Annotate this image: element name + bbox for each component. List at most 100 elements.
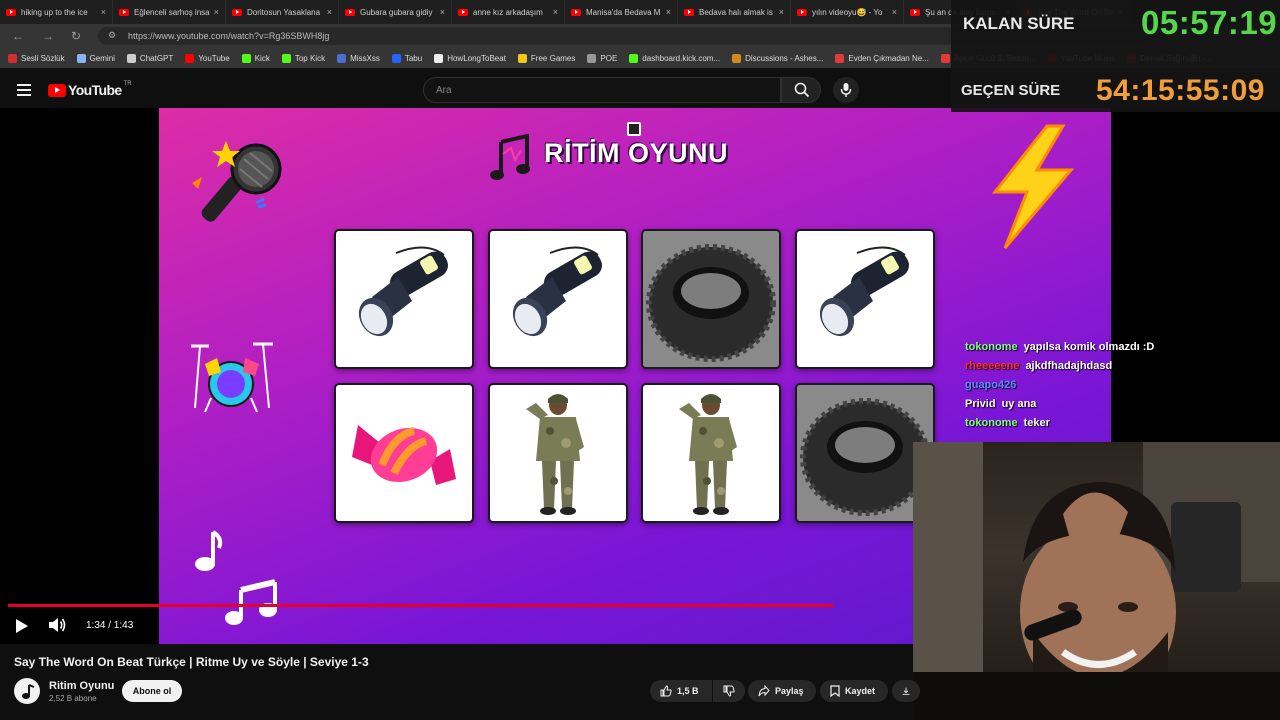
subscriber-count: 2,52 B abone xyxy=(49,694,97,703)
share-button[interactable]: Paylaş xyxy=(748,680,816,702)
browser-tab[interactable]: anne kız arkadaşım × xyxy=(452,0,565,24)
chat-message: Privid uy ana xyxy=(965,398,1185,417)
like-button[interactable]: 1,5 B xyxy=(650,680,712,702)
timer-overlay: KALAN SÜRE 05:57:19 GEÇEN SÜRE 54:15:55:… xyxy=(951,0,1280,112)
webcam-person-image xyxy=(913,442,1280,720)
youtube-logo[interactable]: YouTube TR xyxy=(48,81,132,98)
close-tab-icon[interactable]: × xyxy=(553,7,558,17)
tab-title: hiking up to the ice xyxy=(21,7,88,17)
bookmark-item[interactable]: MissXss xyxy=(337,53,380,63)
thumbs-down-icon xyxy=(723,685,735,697)
bookmark-label: Gemini xyxy=(89,53,115,63)
country-code: TR xyxy=(123,81,132,87)
volume-icon[interactable] xyxy=(48,617,66,633)
tab-title: anne kız arkadaşım xyxy=(473,7,543,17)
share-icon xyxy=(758,685,770,697)
share-label: Paylaş xyxy=(775,686,804,696)
lightning-bolt-icon xyxy=(991,124,1075,249)
youtube-favicon-icon xyxy=(797,8,807,16)
back-icon[interactable]: ← xyxy=(12,29,24,43)
youtube-favicon-icon xyxy=(571,8,581,16)
card-tire xyxy=(641,229,781,369)
browser-tab[interactable]: Gubara gubara gidiy × xyxy=(339,0,452,24)
bookmark-favicon-icon xyxy=(732,53,742,63)
bookmark-item[interactable]: ChatGPT xyxy=(126,53,173,63)
close-tab-icon[interactable]: × xyxy=(214,7,219,17)
bookmark-label: Sesli Sözlük xyxy=(21,53,65,63)
thumbs-up-icon xyxy=(660,685,672,697)
close-tab-icon[interactable]: × xyxy=(666,7,671,17)
dislike-button[interactable] xyxy=(713,680,745,702)
subscribe-button[interactable]: Abone ol xyxy=(122,680,182,702)
channel-name[interactable]: Ritim Oyunu xyxy=(49,680,114,692)
search-input[interactable]: Ara xyxy=(423,77,781,103)
tab-title: Eğlenceli sarhoş insa xyxy=(134,7,210,17)
card-candy xyxy=(334,383,474,523)
bookmark-favicon-icon xyxy=(629,53,639,63)
voice-search-button[interactable] xyxy=(833,77,859,103)
expand-icon[interactable] xyxy=(627,122,641,136)
bookmark-item[interactable]: Gemini xyxy=(76,53,115,63)
bookmark-favicon-icon xyxy=(281,53,291,63)
bookmark-favicon-icon xyxy=(337,53,347,63)
bookmark-item[interactable]: Evden Çıkmadan Ne... xyxy=(835,53,929,63)
chat-username: tokonome xyxy=(965,417,1018,429)
youtube-favicon-icon xyxy=(910,8,920,16)
bookmark-item[interactable]: dashboard.kick.com... xyxy=(629,53,721,63)
bookmark-item[interactable]: Tabu xyxy=(391,53,423,63)
reload-icon[interactable]: ↻ xyxy=(71,29,81,43)
chat-message: tokonome yapılsa komik olmazdı :D xyxy=(965,341,1185,360)
browser-tab[interactable]: Manisa'da Bedava M × xyxy=(565,0,678,24)
soldier-image xyxy=(526,394,584,515)
tire-image xyxy=(643,231,779,367)
bookmark-item[interactable]: YouTube xyxy=(185,53,230,63)
bookmark-label: Tabu xyxy=(404,53,423,63)
channel-avatar[interactable] xyxy=(14,678,40,704)
forward-icon[interactable]: → xyxy=(42,29,54,43)
elapsed-time-value: 54:15:55:09 xyxy=(1096,74,1265,107)
drum-kit-icon xyxy=(191,342,273,413)
progress-bar[interactable] xyxy=(8,604,834,607)
tab-title: Doritosun Yasaklana xyxy=(247,7,321,17)
bookmark-favicon-icon xyxy=(76,53,86,63)
bookmark-label: dashboard.kick.com... xyxy=(642,53,721,63)
bookmark-label: Top Kick xyxy=(294,53,326,63)
video-title: Say The Word On Beat Türkçe | Ritme Uy v… xyxy=(14,655,369,669)
card-flashlight xyxy=(334,229,474,369)
save-button[interactable]: Kaydet xyxy=(820,680,888,702)
bookmark-item[interactable]: POE xyxy=(587,53,617,63)
close-tab-icon[interactable]: × xyxy=(327,7,332,17)
soldier-image xyxy=(679,394,737,515)
bookmark-label: Kick xyxy=(254,53,270,63)
chat-message: rheeeeene ajkdfhadajhdasd xyxy=(965,360,1185,379)
flashlight-image xyxy=(512,246,602,337)
close-tab-icon[interactable]: × xyxy=(892,7,897,17)
tab-title: Bedava halı almak is xyxy=(699,7,773,17)
youtube-favicon-icon xyxy=(6,8,16,16)
bookmark-item[interactable]: Top Kick xyxy=(281,53,326,63)
bookmark-item[interactable]: Kick xyxy=(241,53,270,63)
browser-tab[interactable]: hiking up to the ice × xyxy=(0,0,113,24)
close-tab-icon[interactable]: × xyxy=(779,7,784,17)
bookmark-item[interactable]: Free Games xyxy=(517,53,575,63)
bookmark-item[interactable]: HowLongToBeat xyxy=(434,53,506,63)
bookmark-item[interactable]: Sesli Sözlük xyxy=(8,53,65,63)
tab-title: Gubara gubara gidiy xyxy=(360,7,433,17)
bookmark-item[interactable]: Discussions - Ashes... xyxy=(732,53,823,63)
browser-tab[interactable]: Bedava halı almak is × xyxy=(678,0,791,24)
chat-message: guapo426 xyxy=(965,379,1185,398)
search-button[interactable] xyxy=(781,77,821,103)
menu-icon[interactable] xyxy=(17,84,31,99)
close-tab-icon[interactable]: × xyxy=(440,7,445,17)
download-button[interactable] xyxy=(892,680,920,702)
bookmark-label: HowLongToBeat xyxy=(447,53,506,63)
bookmark-label: Evden Çıkmadan Ne... xyxy=(848,53,929,63)
browser-tab[interactable]: Doritosun Yasaklana × xyxy=(226,0,339,24)
browser-tab[interactable]: Eğlenceli sarhoş insa × xyxy=(113,0,226,24)
browser-tab[interactable]: yılın videoyu😅 - Yo × xyxy=(791,0,904,24)
youtube-logo-text: YouTube xyxy=(68,82,122,98)
site-info-icon[interactable]: ⚙ xyxy=(108,30,116,41)
chat-text: ajkdfhadajhdasd xyxy=(1025,360,1113,372)
close-tab-icon[interactable]: × xyxy=(101,7,106,17)
play-icon[interactable] xyxy=(15,618,29,634)
